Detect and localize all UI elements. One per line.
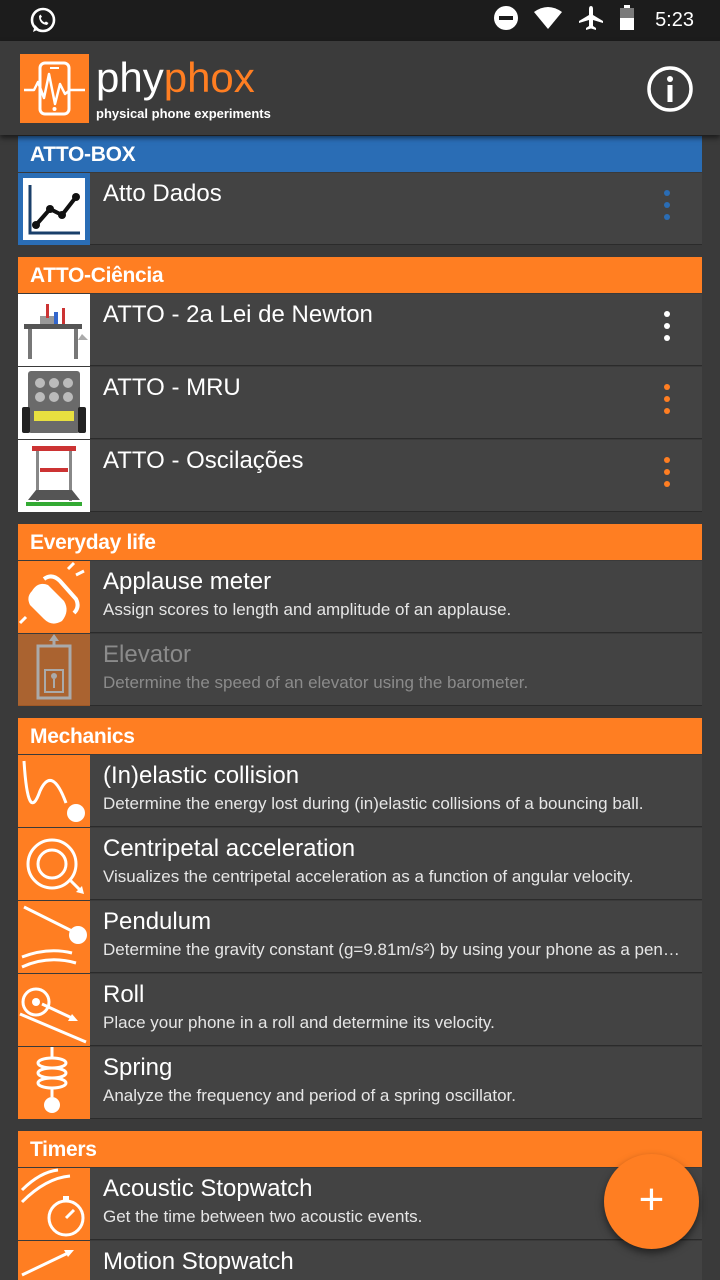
robot-car-icon <box>18 367 90 439</box>
app-title: phyphox <box>96 55 255 101</box>
category-timers: Timers Acoustic Stopwatch Get the time b… <box>18 1131 702 1280</box>
overflow-menu-icon[interactable] <box>658 379 676 419</box>
battery-icon <box>619 5 635 36</box>
category-header: ATTO-BOX <box>18 136 702 172</box>
clapping-hands-icon <box>18 561 90 633</box>
app-subtitle: physical phone experiments <box>96 106 271 121</box>
app-title-part2: phox <box>163 54 255 101</box>
experiment-item-spring[interactable]: Spring Analyze the frequency and period … <box>18 1047 702 1119</box>
experiment-title: ATTO - MRU <box>103 374 241 401</box>
experiment-item-motion-stopwatch[interactable]: Motion Stopwatch <box>18 1241 702 1280</box>
whatsapp-icon <box>28 6 58 41</box>
overflow-menu-icon[interactable] <box>658 306 676 346</box>
experiment-title: Atto Dados <box>103 180 222 207</box>
overflow-menu-icon[interactable] <box>658 185 676 225</box>
newton-apparatus-icon <box>18 294 90 366</box>
experiment-description: Assign scores to length and amplitude of… <box>103 600 512 619</box>
experiment-title: (In)elastic collision <box>103 762 300 789</box>
oscillation-apparatus-icon <box>18 440 90 512</box>
acoustic-stopwatch-icon <box>18 1168 90 1240</box>
experiment-item-atto-newton[interactable]: ATTO - 2a Lei de Newton <box>18 294 702 366</box>
experiment-description: Analyze the frequency and period of a sp… <box>103 1086 516 1105</box>
bouncing-ball-icon <box>18 755 90 827</box>
experiment-title: Spring <box>103 1054 173 1081</box>
app-bar: phyphox physical phone experiments <box>0 41 720 135</box>
category-atto-box: ATTO-BOX Atto Dados <box>18 136 702 245</box>
experiment-title: Pendulum <box>103 908 212 935</box>
experiment-description: Determine the energy lost during (in)ela… <box>103 794 644 813</box>
airplane-mode-icon <box>577 4 605 37</box>
experiment-item-elevator[interactable]: Elevator Determine the speed of an eleva… <box>18 634 702 706</box>
add-experiment-button[interactable]: + <box>604 1154 699 1249</box>
wifi-icon <box>533 6 563 35</box>
pendulum-icon <box>18 901 90 973</box>
category-header: Mechanics <box>18 718 702 754</box>
experiment-title: Applause meter <box>103 568 272 595</box>
motion-stopwatch-icon <box>18 1241 90 1280</box>
experiment-item-atto-mru[interactable]: ATTO - MRU <box>18 367 702 439</box>
experiment-item-centripetal-acceleration[interactable]: Centripetal acceleration Visualizes the … <box>18 828 702 900</box>
experiment-title: ATTO - 2a Lei de Newton <box>103 301 373 328</box>
experiment-item-roll[interactable]: Roll Place your phone in a roll and dete… <box>18 974 702 1046</box>
experiment-description: Place your phone in a roll and determine… <box>103 1013 495 1032</box>
experiment-item-pendulum[interactable]: Pendulum Determine the gravity constant … <box>18 901 702 973</box>
category-header: Everyday life <box>18 524 702 560</box>
experiment-item-applause-meter[interactable]: Applause meter Assign scores to length a… <box>18 561 702 633</box>
overflow-menu-icon[interactable] <box>658 452 676 492</box>
category-mechanics: Mechanics (In)elastic collision Determin… <box>18 718 702 1119</box>
clock-time: 5:23 <box>655 9 694 31</box>
category-atto-ciencia: ATTO-Ciência ATTO - 2a Lei de Newton ATT… <box>18 257 702 512</box>
experiment-item-acoustic-stopwatch[interactable]: Acoustic Stopwatch Get the time between … <box>18 1168 702 1240</box>
do-not-disturb-icon <box>493 5 519 36</box>
experiment-description: Determine the speed of an elevator using… <box>103 673 529 692</box>
experiment-list: ATTO-BOX Atto Dados ATTO-Ciência ATTO - … <box>18 136 702 1280</box>
experiment-title: Elevator <box>103 641 192 668</box>
graph-icon <box>18 173 90 245</box>
category-everyday-life: Everyday life Applause meter Assign scor… <box>18 524 702 706</box>
experiment-description: Visualizes the centripetal acceleration … <box>103 867 634 886</box>
experiment-description: Get the time between two acoustic events… <box>103 1207 423 1226</box>
plus-icon: + <box>638 1175 665 1224</box>
experiment-title: ATTO - Oscilações <box>103 447 304 474</box>
experiment-title: Motion Stopwatch <box>103 1248 294 1275</box>
experiment-title: Acoustic Stopwatch <box>103 1175 313 1202</box>
app-title-part1: phy <box>96 54 164 101</box>
experiment-item-atto-oscilacoes[interactable]: ATTO - Oscilações <box>18 440 702 512</box>
status-bar: 5:23 <box>0 0 720 41</box>
category-header: Timers <box>18 1131 702 1167</box>
experiment-description: Determine the gravity constant (g=9.81m/… <box>103 940 689 959</box>
category-header: ATTO-Ciência <box>18 257 702 293</box>
spring-icon <box>18 1047 90 1119</box>
elevator-icon <box>18 634 90 706</box>
experiment-title: Centripetal acceleration <box>103 835 356 862</box>
experiment-item-inelastic-collision[interactable]: (In)elastic collision Determine the ener… <box>18 755 702 827</box>
experiment-title: Roll <box>103 981 145 1008</box>
experiment-item-atto-dados[interactable]: Atto Dados <box>18 173 702 245</box>
roll-icon <box>18 974 90 1046</box>
centripetal-icon <box>18 828 90 900</box>
info-icon[interactable] <box>646 65 694 113</box>
phyphox-logo-icon <box>20 54 89 123</box>
